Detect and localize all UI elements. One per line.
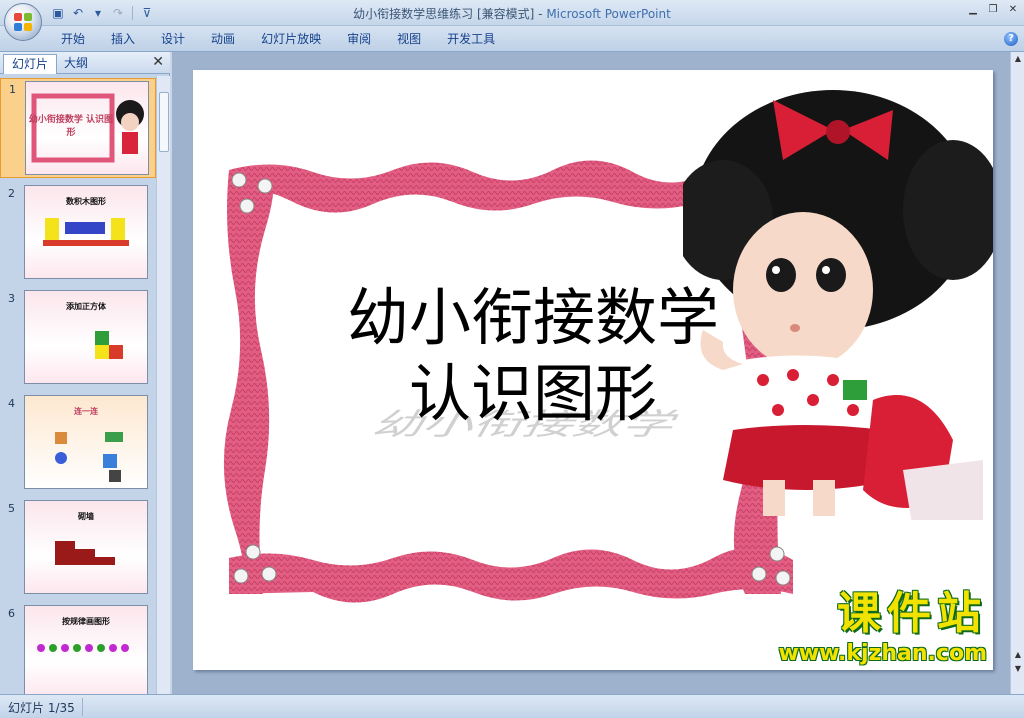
slide-thumbnail[interactable]: 1 幼小衔接数学 认识图形: [0, 78, 156, 178]
slide-number: 3: [8, 292, 15, 305]
thumbnail-preview: 砌墙: [24, 500, 148, 594]
shapes-graphic: [55, 432, 123, 482]
scrollbar-thumb[interactable]: [159, 92, 169, 152]
site-watermark: 课件站 www.kjzhan.com: [778, 577, 987, 666]
doll-illustration: [683, 90, 993, 520]
thumbnail-scrollbar[interactable]: [156, 76, 170, 694]
slide-number: 2: [8, 187, 15, 200]
thumbnail-list: 1 幼小衔接数学 认识图形 2 数积木图形 3 添加正方体 4 连一连 5 砌墙…: [0, 76, 156, 694]
thumbnail-preview: 添加正方体: [24, 290, 148, 384]
restore-icon[interactable]: ❐: [986, 3, 1000, 17]
slide-thumbnail[interactable]: 3 添加正方体: [0, 288, 156, 388]
pattern-dots-graphic: [37, 644, 129, 652]
help-icon[interactable]: ?: [1004, 32, 1018, 46]
tab-slides[interactable]: 幻灯片: [3, 54, 58, 74]
slide-thumbnail[interactable]: 2 数积木图形: [0, 183, 156, 283]
window-title: 幼小衔接数学思维练习 [兼容模式] - Microsoft PowerPoint: [0, 5, 1024, 22]
slide-number: 5: [8, 502, 15, 515]
watermark-url: www.kjzhan.com: [778, 641, 987, 666]
slide-scrollbar[interactable]: ▲ ▲ ▼: [1010, 52, 1024, 694]
document-title: 幼小衔接数学思维练习 [兼容模式] -: [353, 7, 547, 21]
title-line-1: 幼小衔接数学: [346, 281, 719, 354]
slide-counter: 幻灯片 1/35: [8, 701, 75, 715]
current-slide[interactable]: 幼小衔接数学 幼小衔接数学 认识图形 课件站 www.kjzhan.com: [193, 70, 993, 670]
tab-design[interactable]: 设计: [148, 26, 198, 52]
next-slide-icon[interactable]: ▼: [1013, 664, 1023, 673]
status-separator: [82, 698, 83, 716]
tab-insert[interactable]: 插入: [98, 26, 148, 52]
tab-review[interactable]: 审阅: [334, 26, 384, 52]
status-bar: 幻灯片 1/35: [0, 694, 1024, 718]
tab-animations[interactable]: 动画: [198, 26, 248, 52]
ribbon-tabs: 开始 插入 设计 动画 幻灯片放映 审阅 视图 开发工具: [48, 26, 508, 52]
minimize-icon[interactable]: ▁: [966, 3, 980, 17]
title-bar: ▣ ↶ ▾ ↷ ⊽ 幼小衔接数学思维练习 [兼容模式] - Microsoft …: [0, 0, 1024, 26]
slide-thumbnail[interactable]: 6 按规律画图形: [0, 603, 156, 694]
scroll-up-icon[interactable]: ▲: [1013, 54, 1023, 63]
ribbon: 开始 插入 设计 动画 幻灯片放映 审阅 视图 开发工具 ?: [0, 26, 1024, 52]
watermark-chinese: 课件站: [837, 588, 987, 639]
thumbnail-preview: 幼小衔接数学 认识图形: [25, 81, 149, 175]
slide-number: 1: [9, 83, 16, 96]
prev-slide-icon[interactable]: ▲: [1013, 650, 1023, 659]
tab-slideshow[interactable]: 幻灯片放映: [248, 26, 334, 52]
office-button[interactable]: [4, 3, 42, 41]
blocks-graphic: [43, 218, 129, 246]
office-logo-icon: [14, 13, 32, 31]
slide-number: 6: [8, 607, 15, 620]
tab-home[interactable]: 开始: [48, 26, 98, 52]
window-controls: ▁ ❐ ✕: [966, 3, 1020, 17]
close-panel-icon[interactable]: ✕: [152, 54, 164, 70]
slide-thumbnail[interactable]: 5 砌墙: [0, 498, 156, 598]
slide-editing-area: 幼小衔接数学 幼小衔接数学 认识图形 课件站 www.kjzhan.com: [172, 52, 1010, 694]
tab-view[interactable]: 视图: [384, 26, 434, 52]
thumbnail-caption: 幼小衔接数学 认识图形: [28, 115, 114, 138]
tab-developer[interactable]: 开发工具: [434, 26, 508, 52]
cubes-graphic: [95, 331, 123, 359]
tab-outline[interactable]: 大纲: [56, 54, 96, 74]
slide-number: 4: [8, 397, 15, 410]
thumbnail-preview: 数积木图形: [24, 185, 148, 279]
brick-wall-graphic: [55, 541, 115, 565]
app-name: Microsoft PowerPoint: [546, 7, 671, 21]
slide-thumbnail[interactable]: 4 连一连: [0, 393, 156, 493]
title-line-2: 认识图形: [408, 357, 657, 430]
close-window-icon[interactable]: ✕: [1006, 3, 1020, 17]
slide-title[interactable]: 幼小衔接数学 认识图形: [343, 280, 723, 432]
thumbnail-preview: 按规律画图形: [24, 605, 148, 694]
thumbnail-preview: 连一连: [24, 395, 148, 489]
panel-tabs: 幻灯片 大纲 ✕: [0, 52, 170, 74]
slides-panel: 幻灯片 大纲 ✕ 1 幼小衔接数学 认识图形 2 数积木图形 3 添加正方体 4…: [0, 52, 170, 694]
